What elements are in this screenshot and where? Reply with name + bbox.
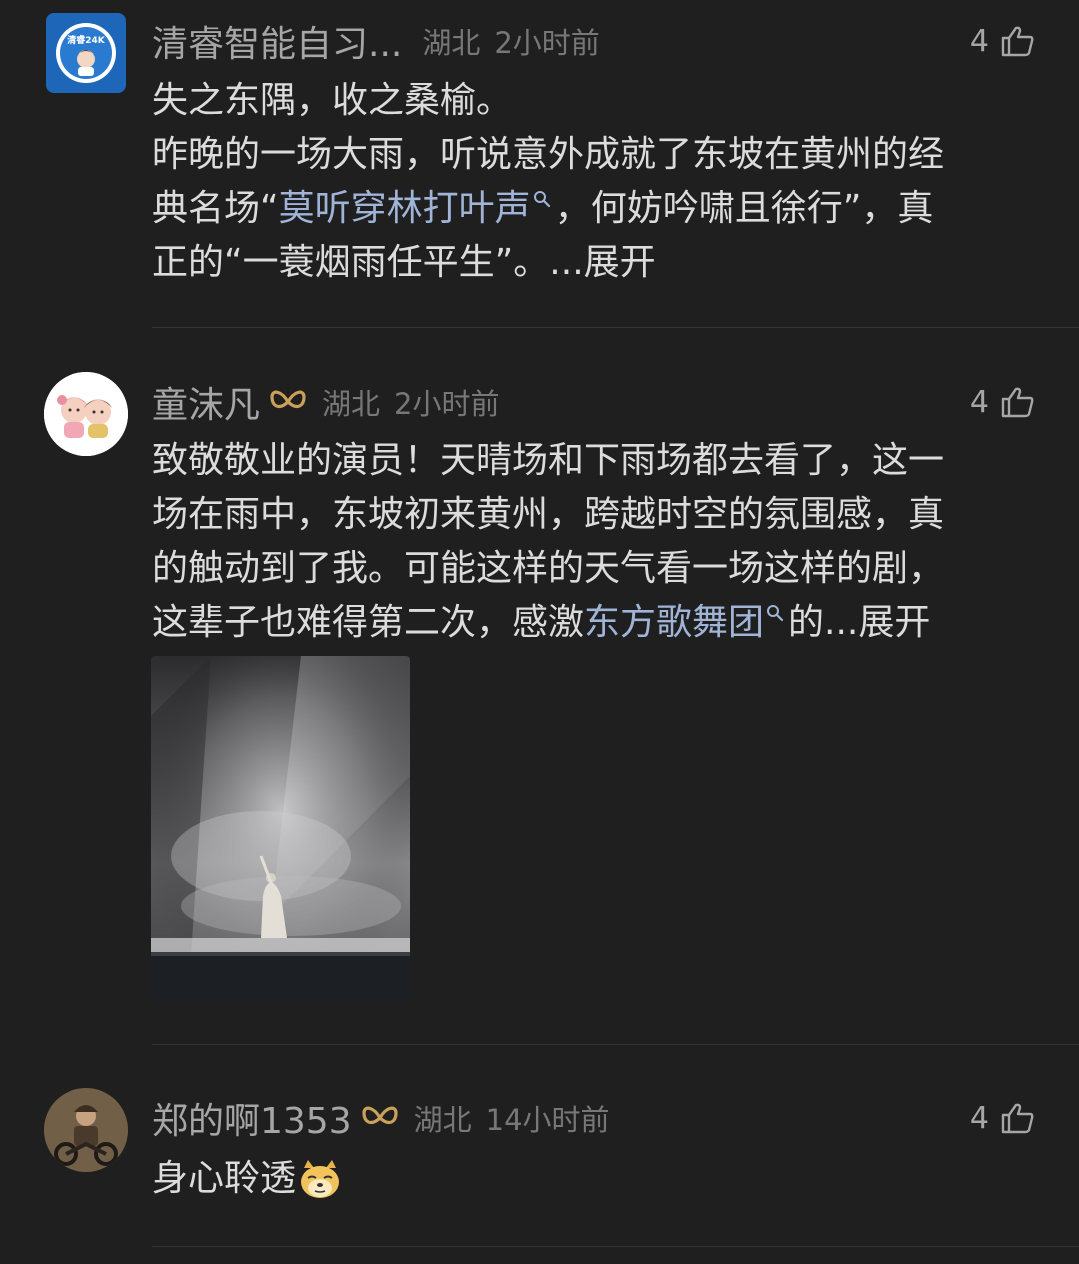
avatar-image (44, 372, 128, 456)
text-line: 正的“一蓑烟雨任平生”。...展开 (152, 236, 1042, 290)
text-segment: ，何妨吟啸且徐行”，真 (554, 188, 934, 229)
timestamp: 2小时前 (494, 26, 600, 60)
search-link[interactable]: 东方歌舞团 (584, 602, 764, 643)
comment-photo[interactable] (151, 656, 410, 1001)
text-line: 典名场“莫听穿林打叶声 ，何妨吟啸且徐行”，真 (152, 182, 1042, 236)
text-segment: 典名场 (152, 188, 261, 229)
location: 湖北 (322, 387, 381, 421)
search-icon (533, 191, 550, 208)
comment-meta: 童沫凡 湖北 2小时前 (152, 377, 499, 427)
comment-text: 身心聆透 (152, 1152, 1042, 1206)
vip-badge-icon (362, 1106, 398, 1125)
like-count: 4 (969, 1100, 989, 1136)
text-segment: 正的“一蓑烟雨任平生”。... (152, 242, 584, 283)
comment-meta: 郑的啊1353 湖北 14小时前 (152, 1093, 610, 1143)
vip-badge-icon (270, 390, 306, 409)
like-button[interactable]: 4 (970, 1093, 1035, 1143)
search-icon (767, 605, 784, 622)
timestamp: 2小时前 (394, 387, 500, 421)
text-segment: 身心聆透 (152, 1158, 297, 1199)
location: 湖北 (413, 1103, 472, 1137)
avatar-label: 清睿24K (67, 34, 106, 46)
thumbs-up-icon (1001, 26, 1034, 57)
comment-text: 致敬敬业的演员！天晴场和下雨场都去看了，这一 场在雨中，东坡初来黄州，跨越时空的… (152, 434, 1042, 650)
username[interactable]: 童沫凡 (152, 376, 260, 428)
thumbs-up-icon (1001, 387, 1034, 418)
username[interactable]: 清睿智能自习... (152, 15, 402, 67)
stage-photo-image (151, 656, 410, 1001)
timestamp: 14小时前 (485, 1103, 610, 1137)
avatar[interactable] (44, 1088, 128, 1172)
text-line: 的触动到了我。可能这样的天气看一场这样的剧， (152, 548, 945, 589)
like-button[interactable]: 4 (970, 16, 1035, 66)
divider (152, 1044, 1079, 1045)
comment-text: 失之东隅，收之桑榆。 昨晚的一场大雨，听说意外成就了东坡在黄州的经 典名场“莫听… (152, 74, 1042, 290)
divider (152, 327, 1079, 328)
doge-emoji-icon (301, 1160, 340, 1198)
expand-link[interactable]: 展开 (858, 602, 930, 643)
comment-meta: 清睿智能自习... 湖北 2小时前 (152, 16, 600, 66)
text-segment: “ (260, 188, 279, 229)
text-line: 这辈子也难得第二次，感激东方歌舞团 的...展开 (152, 596, 1042, 650)
like-count: 4 (969, 23, 989, 59)
text-line: 场在雨中，东坡初来黄州，跨越时空的氛围感，真 (152, 494, 945, 535)
username[interactable]: 郑的啊1353 (152, 1092, 352, 1144)
text-line: 致敬敬业的演员！天晴场和下雨场都去看了，这一 (152, 440, 945, 481)
like-button[interactable]: 4 (970, 377, 1035, 427)
like-count: 4 (969, 384, 989, 420)
text-segment: 的... (788, 602, 859, 643)
avatar[interactable] (44, 372, 128, 456)
location: 湖北 (422, 26, 481, 60)
divider (152, 1246, 1079, 1247)
text-line: 失之东隅，收之桑榆。 (152, 80, 513, 121)
avatar-image: 清睿24K (46, 13, 126, 93)
avatar-image (44, 1088, 128, 1172)
expand-link[interactable]: 展开 (584, 242, 656, 283)
text-line: 昨晚的一场大雨，听说意外成就了东坡在黄州的经 (152, 134, 945, 175)
thumbs-up-icon (1001, 1103, 1034, 1134)
text-line: 身心聆透 (152, 1152, 1042, 1206)
text-segment: 这辈子也难得第二次，感激 (152, 602, 585, 643)
search-link[interactable]: 莫听穿林打叶声 (279, 188, 531, 229)
avatar[interactable]: 清睿24K (46, 13, 126, 93)
